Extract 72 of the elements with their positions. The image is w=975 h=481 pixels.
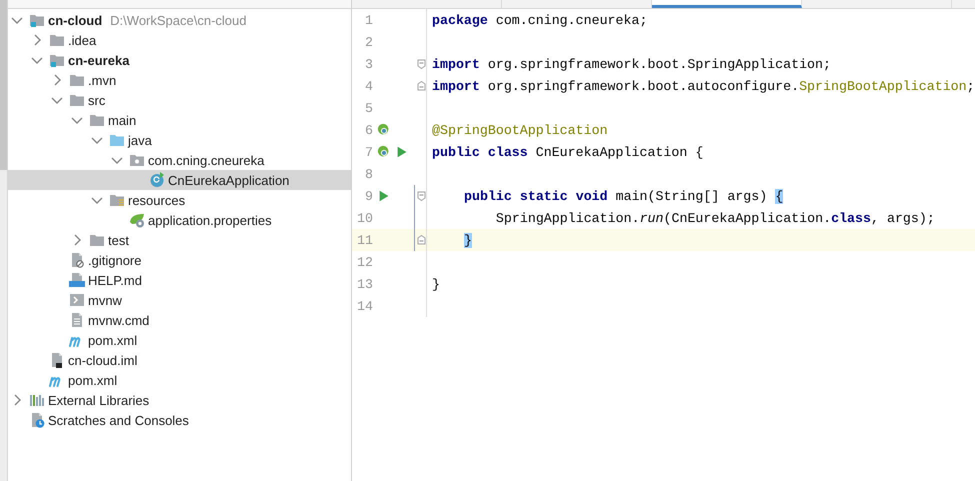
code-line: @SpringBootApplication [431,122,608,138]
line-number: 13 [356,276,373,292]
leaf-icon [129,212,145,228]
bean-icon[interactable] [377,123,391,137]
code-line: public static void main(String[] args) { [463,188,784,204]
tree-item[interactable]: com.cning.cneureka [8,150,351,170]
line-number: 4 [364,78,373,94]
line-number: 1 [364,12,373,28]
tree-item[interactable]: src [8,90,351,110]
line-number: 12 [356,254,373,270]
folder-icon [89,112,105,128]
fold-icon[interactable] [417,235,426,245]
tree-item[interactable]: .gitignore [8,250,351,270]
class-icon [149,172,165,188]
folder-icon [69,92,85,108]
tree-item[interactable]: cn-cloud.iml [8,350,351,370]
fold-icon[interactable] [417,59,426,69]
tree-item[interactable]: cn-cloud D:\WorkSpace\cn-cloud [8,10,351,30]
fold-icon[interactable] [417,191,426,201]
fold-icon[interactable] [417,81,426,91]
code-line: public class CnEurekaApplication { [431,144,704,160]
module-path: D:\WorkSpace\cn-cloud [110,12,246,28]
bean-icon[interactable] [377,145,391,159]
tree-item[interactable]: .idea [8,30,351,50]
folder-icon [49,32,65,48]
code-line: import org.springframework.boot.SpringApplication; [431,56,831,72]
terminal-icon [69,292,85,308]
file-icon [69,272,85,288]
folder-icon [49,52,65,68]
folder-icon [109,192,125,208]
folder-icon [29,12,45,28]
file-icon [69,312,85,328]
code-line: package com.cning.cneureka; [431,12,648,28]
folder-icon [109,132,125,148]
tree-item[interactable]: test [8,230,351,250]
code-line: SpringApplication.run(CnEurekaApplication.class, args); [494,210,935,226]
editor-tab[interactable] [652,0,802,8]
run-icon[interactable] [377,189,391,203]
tree-item[interactable]: .mvn [8,70,351,90]
line-number: 6 [364,122,373,138]
tree-item[interactable]: Scratches and Consoles [8,410,351,430]
tree-item[interactable]: CnEurekaApplication [8,170,351,190]
folder-icon [89,232,105,248]
tree-item[interactable]: pom.xml [8,330,351,350]
line-number: 11 [356,232,373,248]
line-number: 2 [364,34,373,50]
tree-item[interactable]: External Libraries [8,390,351,410]
line-number: 9 [364,188,373,204]
tree-item[interactable]: mvnw [8,290,351,310]
tree-item[interactable]: resources [8,190,351,210]
clock-icon [29,412,45,428]
line-number: 7 [364,144,373,160]
line-number: 8 [364,166,373,182]
tree-item[interactable]: main [8,110,351,130]
tree-item[interactable]: cn-eureka [8,50,351,70]
tree-item[interactable]: java [8,130,351,150]
file-icon [69,252,85,268]
tree-item[interactable]: mvnw.cmd [8,310,351,330]
line-number: 10 [356,210,373,226]
tree-item[interactable]: HELP.md [8,270,351,290]
library-icon [29,392,45,408]
line-number: 14 [356,298,373,314]
folder-icon [69,72,85,88]
run-icon[interactable] [395,145,409,159]
code-line: import org.springframework.boot.autoconfigure.SpringBootApplication; [431,78,975,94]
tree-item[interactable]: application.properties [8,210,351,230]
line-number: 3 [364,56,373,72]
file-icon [49,352,65,368]
folder-icon [129,152,145,168]
tree-item[interactable]: pom.xml [8,370,351,390]
code-line: } [431,276,440,292]
line-number: 5 [364,100,373,116]
